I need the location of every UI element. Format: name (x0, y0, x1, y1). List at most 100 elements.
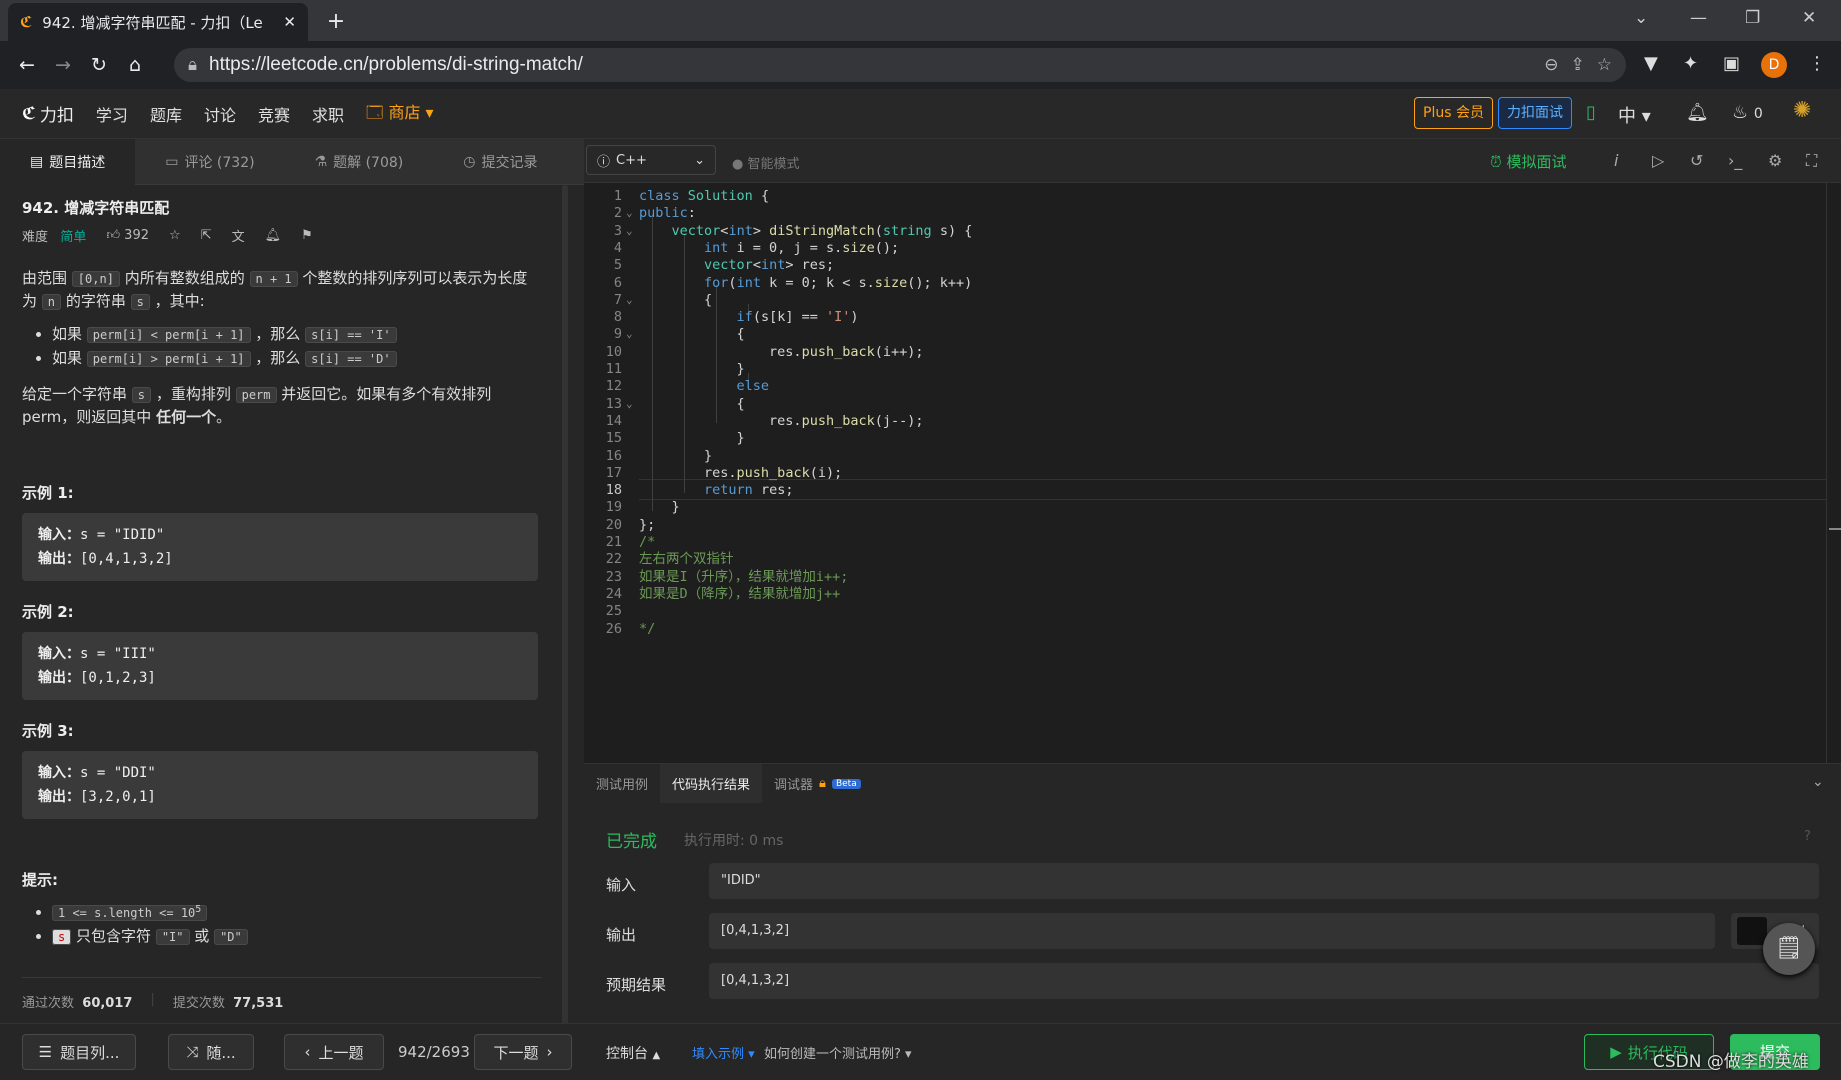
prev-problem-button[interactable]: ‹ 上一题 (284, 1034, 384, 1070)
next-problem-button[interactable]: 下一题 › (474, 1034, 572, 1070)
problem-list-button[interactable]: ☰ 题目列... (22, 1034, 136, 1070)
side-panel-icon[interactable]: ▣ (1723, 53, 1740, 74)
fold-chevron-icon[interactable]: ⌄ (626, 324, 633, 344)
line-number: 26 (605, 620, 622, 637)
fullscreen-icon[interactable]: ⛶ (1806, 151, 1817, 171)
tab-solutions[interactable]: ⚗ 题解 (708) (285, 139, 434, 185)
help-icon[interactable]: ? (1804, 829, 1811, 844)
tab-description[interactable]: ▤ 题目描述 (0, 138, 136, 185)
home-icon[interactable]: ⌂ (117, 54, 153, 76)
info-icon[interactable]: i (1614, 151, 1618, 170)
bookmark-star-icon[interactable]: ☆ (1597, 55, 1612, 75)
terminal-icon[interactable]: ›_ (1728, 151, 1742, 170)
mobile-app-icon[interactable]: ▯ (1586, 102, 1596, 123)
text: 由范围 (22, 269, 68, 287)
address-bar[interactable]: 🔒︎ https://leetcode.cn/problems/di-strin… (174, 48, 1626, 82)
editor-scrollbar[interactable] (1826, 183, 1841, 763)
browser-tab[interactable]: ℭ 942. 增减字符串匹配 - 力扣（Le ✕ (8, 3, 308, 41)
notification-bell-icon[interactable]: 🔔︎ (1686, 102, 1709, 123)
problem-tabs: ▤ 题目描述 ▭ 评论 (732) ⚗ 题解 (708) ◷ 提交记录 (0, 138, 584, 185)
problem-title: 942. 增减字符串匹配 (22, 199, 170, 217)
subscribe-bell-icon[interactable]: 🔔︎ (265, 228, 282, 243)
close-tab-icon[interactable]: ✕ (283, 13, 296, 31)
passed-stat: 通过次数 60,017 (22, 992, 132, 1011)
list-item: s 只包含字符 "I" 或 "D" (52, 925, 542, 949)
tab-search-icon[interactable]: ⌄ (1634, 8, 1648, 28)
fill-example-button[interactable]: 填入示例 ▾ (692, 1043, 755, 1062)
browser-menu-icon[interactable]: ⋮ (1808, 53, 1826, 74)
share-icon[interactable]: ⇪ (1571, 55, 1585, 75)
input-value: "IDID" (709, 863, 1819, 899)
user-avatar[interactable]: ✺ (1793, 98, 1811, 123)
favorite-star-icon[interactable]: ☆ (169, 228, 181, 243)
feedback-icon[interactable]: ⚑ (301, 228, 313, 243)
output-label: 输出： (38, 788, 80, 804)
settings-gear-icon[interactable]: ⚙ (1768, 151, 1782, 170)
nav-problems[interactable]: 题库 (150, 102, 182, 126)
play-icon: ▶ (1610, 1043, 1622, 1061)
leetcode-interview-button[interactable]: 力扣面试 (1498, 97, 1572, 129)
diff-checkbox[interactable] (1737, 917, 1767, 945)
tab-submissions[interactable]: ◷ 提交记录 (433, 139, 567, 185)
tab-comments[interactable]: ▭ 评论 (732) (135, 139, 284, 185)
shop-icon: 🗔︎ (366, 102, 384, 122)
vue-extension-icon[interactable]: ▼ (1644, 53, 1658, 74)
nav-discuss[interactable]: 讨论 (204, 102, 236, 126)
nav-jobs[interactable]: 求职 (312, 102, 344, 126)
code-editor[interactable]: 1 class Solution {2 ⌄ public: 3 ⌄ vector<int>… (584, 183, 1826, 763)
extensions-puzzle-icon[interactable]: ✦ (1683, 53, 1698, 74)
nav-shop[interactable]: 🗔︎ 商店 ▾ (366, 99, 434, 129)
tab-run-result[interactable]: 代码执行结果 (660, 763, 763, 804)
play-icon[interactable]: ▷ (1652, 151, 1664, 170)
smart-mode-toggle[interactable]: ● 智能模式 (732, 153, 800, 172)
like-button[interactable]: 👍︎ 392 (106, 228, 149, 243)
language-select[interactable]: ⓘ C++ ⌄ (586, 145, 716, 175)
nav-learn[interactable]: 学习 (96, 102, 128, 126)
language-switch[interactable]: 中 ▾ (1618, 102, 1651, 128)
new-tab-button[interactable]: + (320, 6, 352, 36)
minimize-icon[interactable]: — (1690, 8, 1707, 28)
console-toggle[interactable]: 控制台 ▲ (606, 1043, 660, 1063)
restore-icon[interactable]: ❐ (1745, 8, 1760, 28)
lock-icon[interactable]: 🔒︎ (188, 55, 197, 75)
points-counter[interactable]: ♨ 0 (1732, 102, 1763, 123)
leetcode-logo[interactable]: ℭ 力扣 (22, 101, 74, 127)
fold-chevron-icon[interactable]: ⌄ (626, 290, 633, 310)
url-text[interactable]: https://leetcode.cn/problems/di-string-m… (209, 54, 1532, 76)
close-window-icon[interactable]: ✕ (1802, 8, 1816, 28)
forward-icon[interactable]: → (45, 54, 81, 76)
leetcode-logo-icon: ℭ (22, 103, 36, 124)
collapse-chevron-icon[interactable]: ⌄ (1812, 774, 1824, 790)
back-icon[interactable]: ← (9, 54, 45, 76)
translate-icon[interactable]: 文 (232, 226, 245, 245)
panel-scrollbar[interactable] (562, 185, 568, 1025)
note-fab-icon[interactable]: 🗒︎ (1763, 923, 1815, 975)
caret-up-icon: ▲ (652, 1050, 661, 1061)
code-line[interactable]: */ (639, 619, 655, 639)
output-label: 输出： (38, 550, 80, 566)
random-problem-button[interactable]: ⤨ 随... (168, 1034, 254, 1070)
problem-description: 942. 增减字符串匹配 难度 简单 👍︎ 392 ☆ ⇱ 文 🔔︎ ⚑ 由范围… (22, 197, 542, 949)
zoom-icon[interactable]: ⊖ (1544, 55, 1558, 75)
lock-icon: 🔒︎ (819, 776, 826, 791)
mock-interview-button[interactable]: ⏰︎ 模拟面试 (1490, 151, 1567, 172)
fold-chevron-icon[interactable]: ⌄ (626, 394, 633, 414)
info-icon: ⓘ (597, 154, 611, 170)
inline-code: n + 1 (249, 271, 298, 287)
example-input: s = "III" (80, 646, 156, 662)
reset-icon[interactable]: ↺ (1690, 151, 1703, 170)
code-line[interactable]: 如果是D（降序），结果就增加j++ (639, 584, 840, 604)
plus-member-button[interactable]: Plus 会员 (1414, 97, 1493, 129)
tab-debugger[interactable]: 调试器 🔒︎ Beta (762, 764, 873, 804)
reload-icon[interactable]: ↻ (81, 54, 117, 76)
how-to-create-testcase[interactable]: 如何创建一个测试用例? ▾ (764, 1043, 912, 1062)
fold-chevron-icon[interactable]: ⌄ (626, 221, 633, 241)
tab-testcases[interactable]: 测试用例 (584, 764, 660, 804)
nav-contest[interactable]: 竞赛 (258, 102, 290, 126)
shop-label: 商店 (388, 102, 421, 122)
hints-heading: 提示: (22, 871, 58, 889)
description-icon: ▤ (30, 153, 44, 170)
share-icon[interactable]: ⇱ (201, 228, 212, 243)
profile-avatar[interactable]: D (1761, 52, 1787, 78)
expected-value: [0,4,1,3,2] (709, 963, 1819, 999)
